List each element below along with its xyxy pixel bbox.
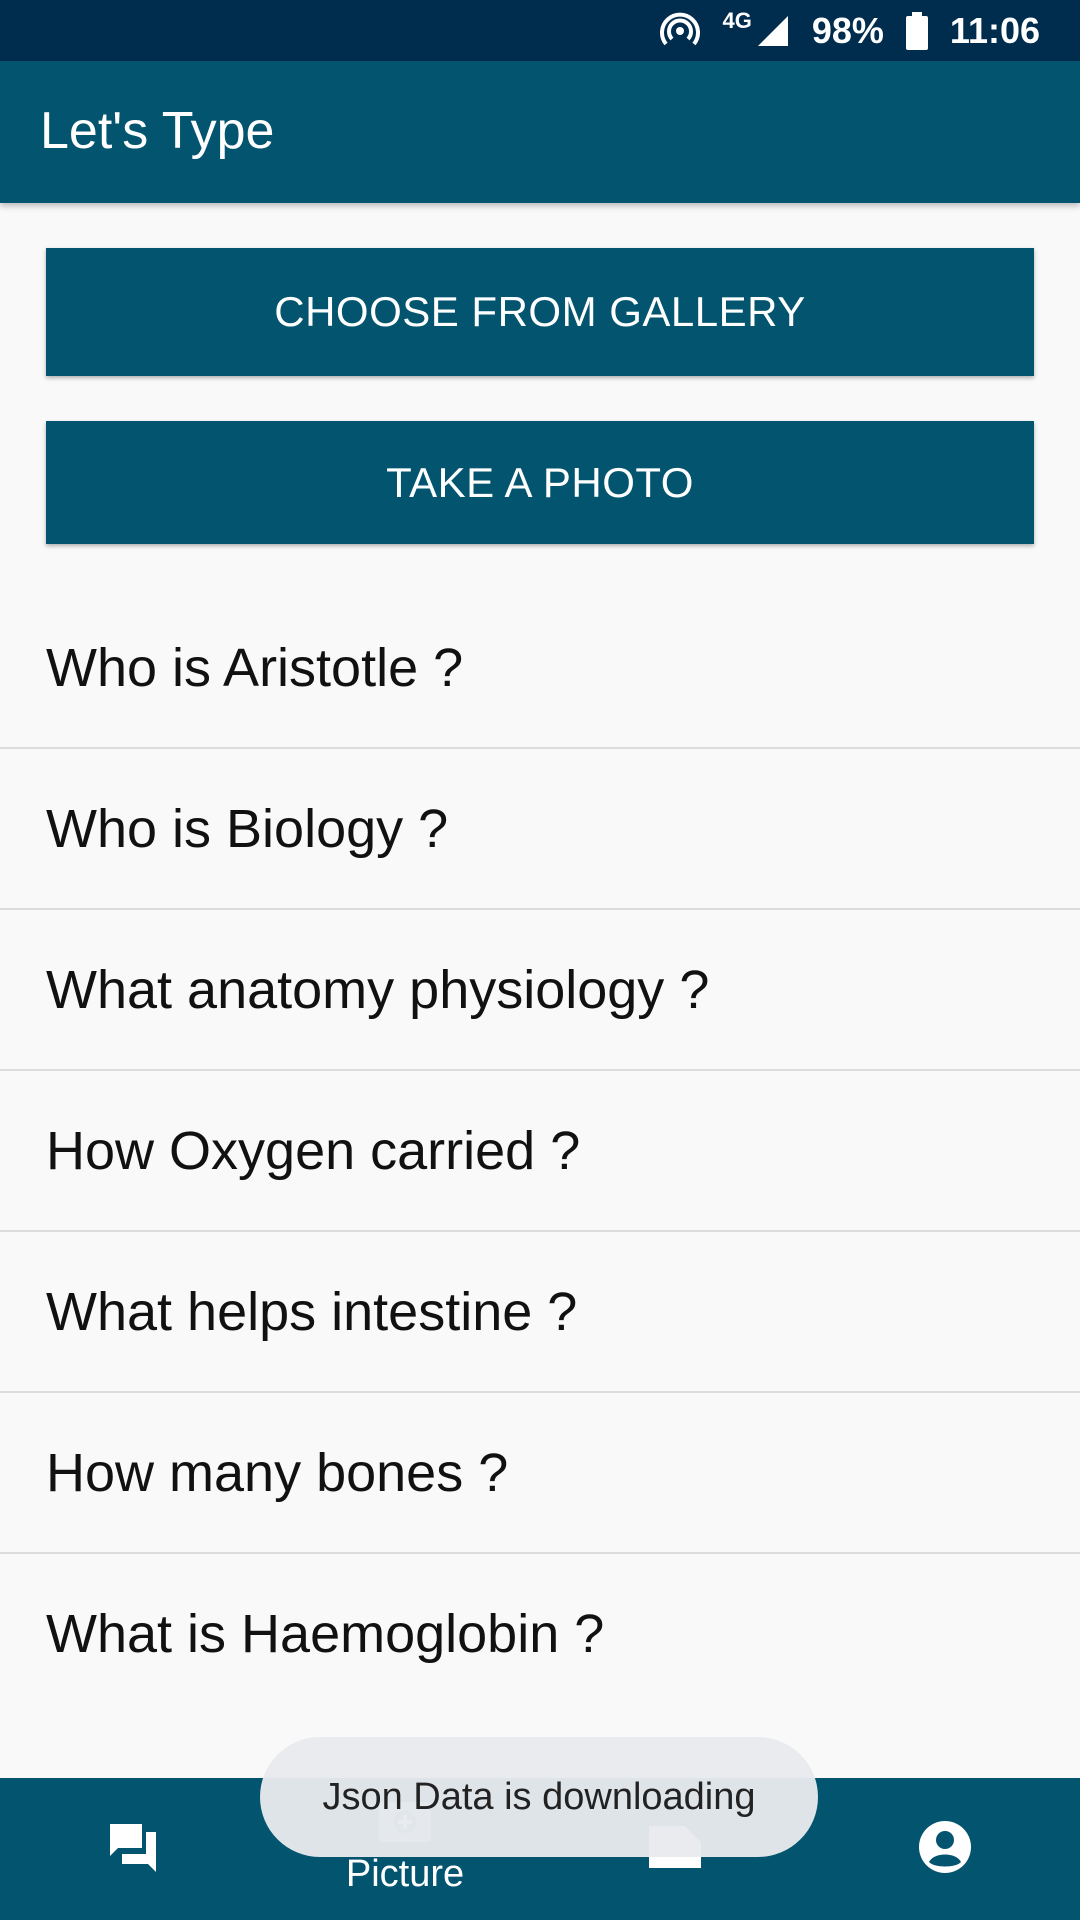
list-item[interactable]: What is Haemoglobin ? bbox=[0, 1554, 1080, 1713]
signal-icon bbox=[756, 14, 790, 48]
take-photo-button[interactable]: TAKE A PHOTO bbox=[46, 421, 1034, 544]
toast-message: Json Data is downloading bbox=[260, 1737, 818, 1857]
hotspot-icon bbox=[660, 11, 701, 51]
nav-item-chat[interactable] bbox=[0, 1778, 270, 1920]
page-title: Let's Type bbox=[40, 102, 275, 160]
nav-item-account[interactable] bbox=[810, 1778, 1080, 1920]
list-item[interactable]: Who is Biology ? bbox=[0, 749, 1080, 910]
account-icon bbox=[918, 1820, 972, 1879]
network-type: 4G bbox=[722, 7, 752, 33]
list-item[interactable]: How many bones ? bbox=[0, 1393, 1080, 1554]
list-item[interactable]: Who is Aristotle ? bbox=[0, 588, 1080, 749]
status-bar: 4G 98% 11:06 bbox=[0, 0, 1080, 61]
question-list: Who is Aristotle ? Who is Biology ? What… bbox=[0, 588, 1080, 1713]
list-item[interactable]: What helps intestine ? bbox=[0, 1232, 1080, 1393]
nav-label-picture: Picture bbox=[345, 1853, 465, 1895]
list-item[interactable]: How Oxygen carried ? bbox=[0, 1071, 1080, 1232]
chat-icon bbox=[108, 1820, 162, 1879]
battery-icon bbox=[905, 11, 928, 50]
list-item[interactable]: What anatomy physiology ? bbox=[0, 910, 1080, 1071]
clock: 11:06 bbox=[949, 9, 1040, 51]
choose-from-gallery-button[interactable]: CHOOSE FROM GALLERY bbox=[46, 248, 1034, 376]
app-bar: Let's Type bbox=[0, 61, 1080, 203]
battery-percent: 98% bbox=[811, 9, 884, 51]
